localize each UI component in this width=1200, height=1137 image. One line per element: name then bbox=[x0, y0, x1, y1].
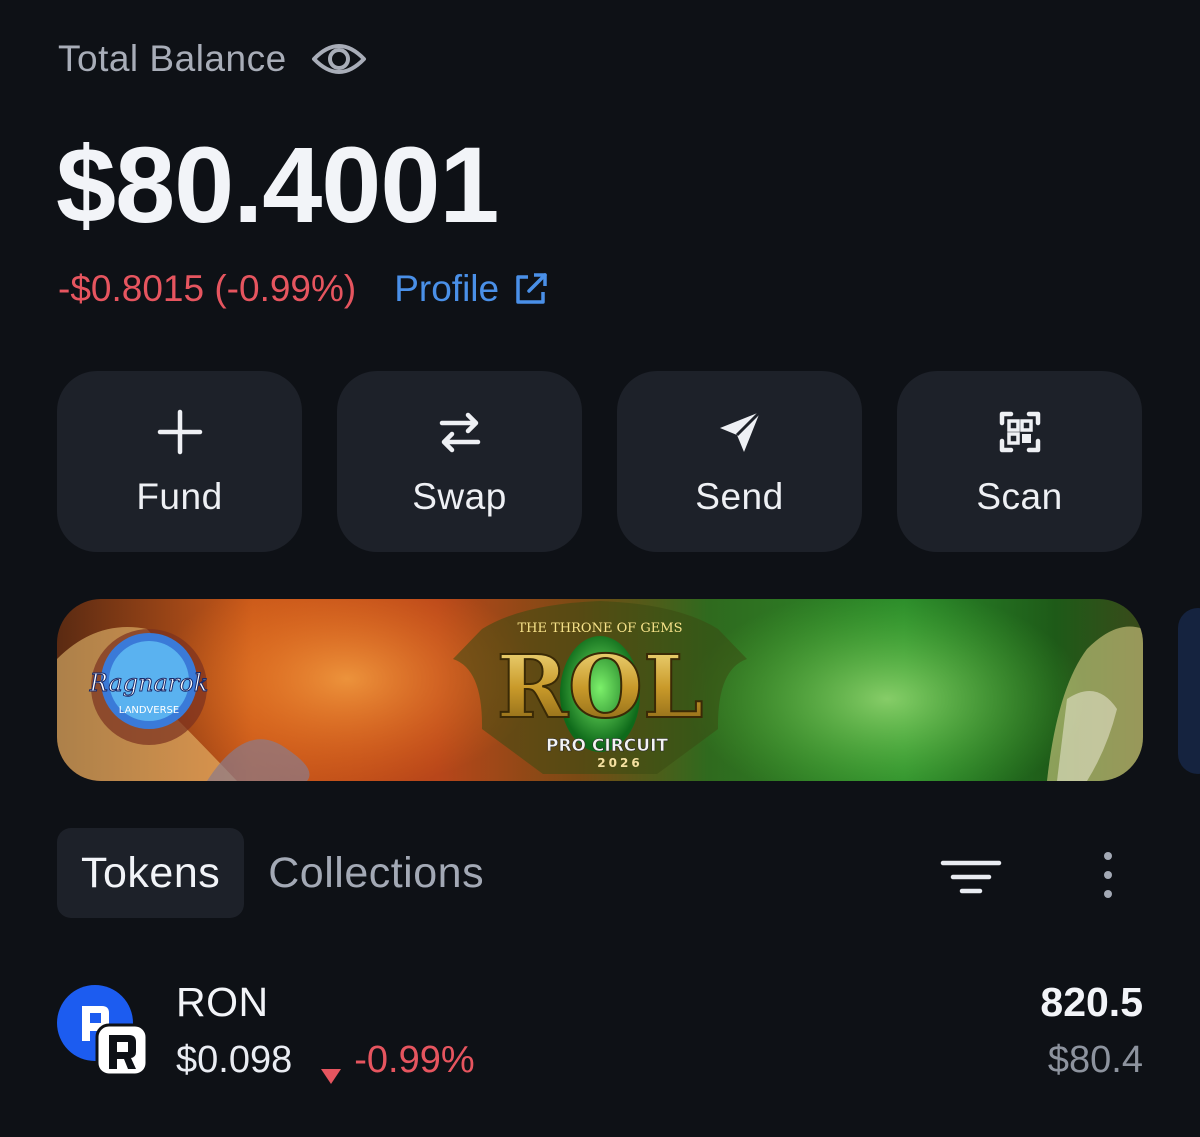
banner-title: ROL bbox=[497, 637, 704, 738]
token-price: $0.098 bbox=[176, 1039, 293, 1081]
tab-collections[interactable]: Collections bbox=[244, 828, 508, 918]
banner-logo-subtext: LANDVERSE bbox=[119, 705, 179, 716]
token-value: $80.4 bbox=[1047, 1039, 1143, 1081]
balance-change-row: -$0.8015 (-0.99%) Profile bbox=[58, 268, 549, 310]
send-button[interactable]: Send bbox=[617, 371, 862, 552]
scan-label: Scan bbox=[976, 475, 1063, 517]
balance-label-row: Total Balance bbox=[58, 38, 367, 80]
tab-tokens[interactable]: Tokens bbox=[57, 828, 245, 918]
banner-top-text: THE THRONE OF GEMS bbox=[518, 621, 683, 636]
profile-link-label: Profile bbox=[394, 268, 500, 309]
token-price-row: $0.098 -0.99% bbox=[176, 1039, 475, 1084]
swap-button[interactable]: Swap bbox=[337, 371, 582, 552]
banner-logo-text: Ragnarok bbox=[89, 669, 209, 697]
banner-subtitle: PRO CIRCUIT bbox=[546, 736, 668, 756]
plus-icon bbox=[154, 406, 206, 458]
token-amount: 820.5 bbox=[1040, 979, 1143, 1025]
profile-link[interactable]: Profile bbox=[394, 268, 549, 310]
ron-token-logo bbox=[57, 985, 149, 1077]
swap-label: Swap bbox=[412, 475, 507, 517]
token-symbol: RON bbox=[176, 979, 269, 1025]
scan-qr-icon bbox=[994, 406, 1046, 458]
swap-arrows-icon bbox=[434, 406, 486, 458]
total-balance-amount: $80.4001 bbox=[56, 124, 499, 245]
asset-tabs: Tokens Collections bbox=[57, 828, 508, 918]
external-link-icon bbox=[513, 271, 549, 307]
triangle-down-icon bbox=[320, 1052, 342, 1084]
token-row-ron[interactable]: RON $0.098 -0.99% 820.5 $80.4 bbox=[57, 975, 1143, 1095]
send-arrow-icon bbox=[714, 406, 766, 458]
action-buttons: Fund Swap Send Scan bbox=[57, 371, 1142, 552]
more-options-icon[interactable] bbox=[1092, 850, 1124, 902]
fund-button[interactable]: Fund bbox=[57, 371, 302, 552]
balance-change: -$0.8015 (-0.99%) bbox=[58, 268, 357, 309]
promo-banner[interactable]: Ragnarok LANDVERSE THE THRONE OF GEMS RO… bbox=[57, 599, 1143, 781]
send-label: Send bbox=[695, 475, 784, 517]
fund-label: Fund bbox=[136, 475, 223, 517]
token-change: -0.99% bbox=[354, 1039, 475, 1081]
total-balance-label: Total Balance bbox=[58, 38, 287, 79]
filter-icon[interactable] bbox=[940, 858, 1002, 896]
next-banner-peek[interactable] bbox=[1178, 608, 1200, 774]
eye-icon[interactable] bbox=[311, 39, 367, 79]
scan-button[interactable]: Scan bbox=[897, 371, 1142, 552]
banner-year: 2026 bbox=[597, 756, 642, 770]
